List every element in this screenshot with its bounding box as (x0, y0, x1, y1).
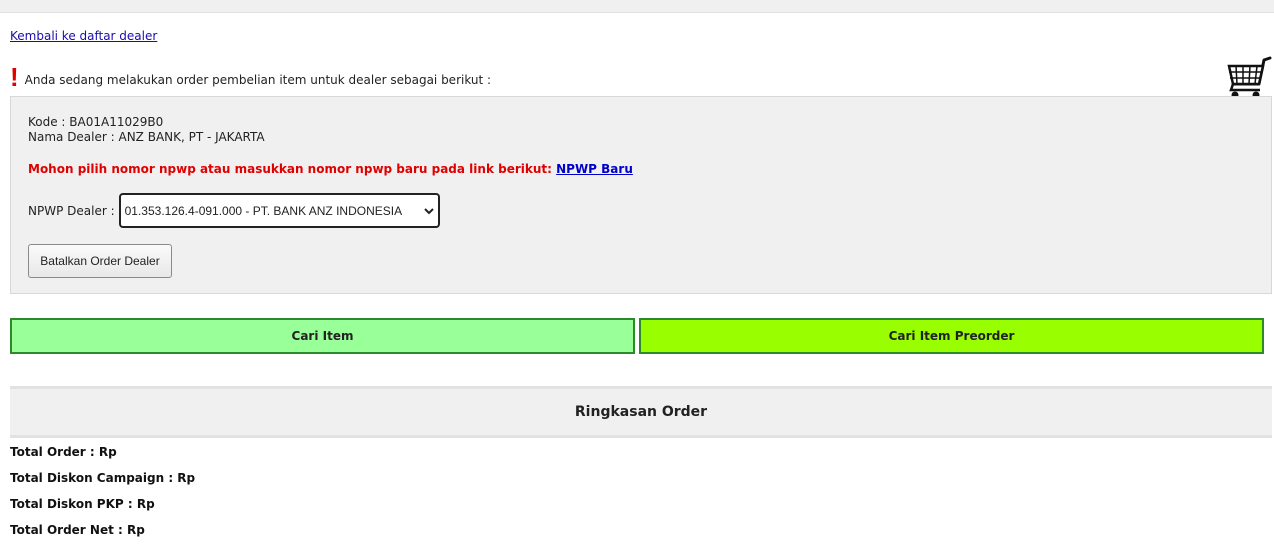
exclamation-icon: ! (10, 62, 19, 92)
top-strip (0, 0, 1274, 13)
dealer-info-panel: Kode : BA01A11029B0 Nama Dealer : ANZ BA… (10, 96, 1272, 294)
total-order: Total Order : Rp (10, 445, 117, 459)
npwp-warning-text: Mohon pilih nomor npwp atau masukkan nom… (28, 162, 552, 176)
order-notice: ! Anda sedang melakukan order pembelian … (10, 62, 492, 92)
notice-text: Anda sedang melakukan order pembelian it… (24, 73, 492, 87)
npwp-selected-value: 01.353.126.4-091.000 - PT. BANK ANZ INDO… (124, 203, 403, 218)
search-item-button[interactable]: Cari Item (10, 318, 635, 354)
new-npwp-link[interactable]: NPWP Baru (556, 162, 633, 176)
chevron-down-icon (423, 207, 434, 214)
total-order-net: Total Order Net : Rp (10, 523, 145, 537)
order-summary-header: Ringkasan Order (10, 386, 1272, 438)
npwp-row: NPWP Dealer : 01.353.126.4-091.000 - PT.… (28, 193, 440, 228)
dealer-name: Nama Dealer : ANZ BANK, PT - JAKARTA (28, 130, 265, 144)
search-preorder-item-button[interactable]: Cari Item Preorder (639, 318, 1264, 354)
cancel-dealer-order-button[interactable]: Batalkan Order Dealer (28, 244, 172, 278)
npwp-warning: Mohon pilih nomor npwp atau masukkan nom… (28, 162, 633, 176)
back-to-dealer-list-link[interactable]: Kembali ke daftar dealer (10, 29, 157, 43)
total-pkp-discount: Total Diskon PKP : Rp (10, 497, 155, 511)
npwp-label: NPWP Dealer : (28, 203, 115, 218)
total-campaign-discount: Total Diskon Campaign : Rp (10, 471, 196, 485)
dealer-code: Kode : BA01A11029B0 (28, 115, 164, 129)
npwp-select[interactable]: 01.353.126.4-091.000 - PT. BANK ANZ INDO… (118, 193, 440, 228)
